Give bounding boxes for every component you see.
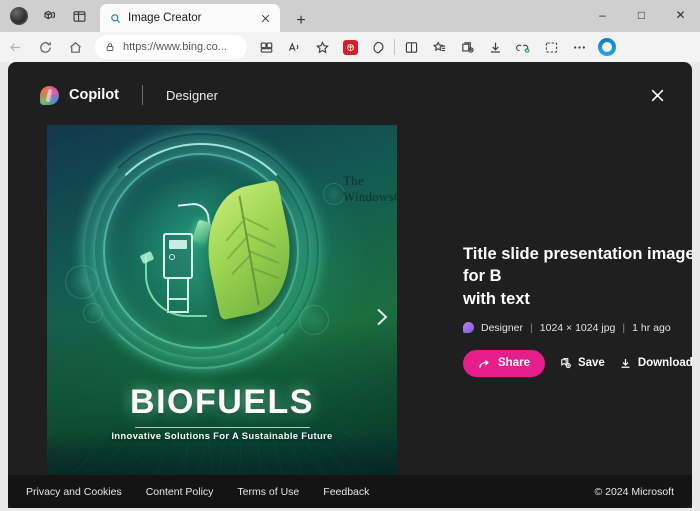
- brand-subtitle: Designer: [165, 87, 218, 103]
- tab-title: Image Creator: [128, 12, 202, 24]
- lock-icon: [105, 42, 115, 52]
- address-bar[interactable]: https://www.bing.co...: [95, 35, 247, 59]
- split-screen-icon[interactable]: [64, 0, 94, 32]
- download-label: Download: [637, 357, 692, 370]
- image-detail-title: Title slide presentation image for B wit…: [463, 245, 692, 308]
- favorites-list-icon[interactable]: [425, 34, 453, 60]
- meta-separator: |: [622, 321, 626, 334]
- brand-divider: [141, 85, 143, 105]
- footer-link-terms[interactable]: Terms of Use: [237, 486, 299, 498]
- download-button[interactable]: Download: [619, 357, 692, 370]
- downloads-icon[interactable]: [481, 34, 509, 60]
- copilot-icon[interactable]: [593, 34, 621, 60]
- meta-separator: |: [530, 321, 533, 334]
- collections-icon[interactable]: [453, 34, 481, 60]
- footer-link-privacy[interactable]: Privacy and Cookies: [26, 486, 122, 498]
- minimize-button[interactable]: –: [583, 0, 622, 30]
- image-detail-panel: Title slide presentation image for B wit…: [463, 125, 692, 377]
- watermark-text: The WindowsClub: [343, 173, 397, 205]
- download-icon: [619, 357, 632, 370]
- bokeh-decoration: [83, 303, 103, 323]
- generated-image-stage[interactable]: The WindowsClub BIOFUELS Innovative Solu…: [47, 125, 397, 508]
- tab-strip: Image Creator + – □ ✕: [0, 0, 700, 32]
- overlay-close-button[interactable]: [642, 80, 672, 110]
- footer-copyright: © 2024 Microsoft: [594, 485, 674, 498]
- maximize-button[interactable]: □: [622, 0, 661, 30]
- brand: Copilot Designer: [40, 85, 218, 105]
- share-icon: [478, 357, 491, 370]
- footer-link-feedback[interactable]: Feedback: [323, 486, 369, 498]
- share-label: Share: [498, 357, 530, 370]
- meta-source: Designer: [481, 321, 524, 334]
- next-image-button[interactable]: [365, 289, 397, 345]
- designer-overlay: Copilot Designer The Windows BIOFUELS In…: [8, 62, 692, 508]
- image-actions: Share Save Download: [463, 349, 692, 377]
- page-viewport: Copilot Designer The Windows BIOFUELS In…: [0, 62, 700, 511]
- image-tagline: Innovative Solutions For A Sustainable F…: [111, 431, 333, 442]
- favorites-star-icon[interactable]: [308, 34, 336, 60]
- window-controls: – □ ✕: [583, 0, 700, 30]
- refresh-icon[interactable]: [30, 34, 60, 60]
- bokeh-decoration: [323, 183, 345, 205]
- meta-dimensions: 1024 × 1024 jpg: [539, 321, 616, 334]
- save-label: Save: [577, 357, 605, 370]
- footer-links: Privacy and Cookies Content Policy Terms…: [26, 486, 369, 498]
- browser-window: Image Creator + – □ ✕ https://www.bing.c…: [0, 0, 700, 511]
- extension-pinterest-icon[interactable]: [336, 34, 364, 60]
- generated-image: The WindowsClub BIOFUELS Innovative Solu…: [47, 125, 397, 508]
- read-aloud-icon[interactable]: [280, 34, 308, 60]
- footer-link-content-policy[interactable]: Content Policy: [146, 486, 214, 498]
- back-arrow-icon[interactable]: [0, 34, 30, 60]
- toolbar-divider: [394, 39, 395, 55]
- designer-badge-icon: [463, 322, 474, 334]
- split-screen-tool-icon[interactable]: [397, 34, 425, 60]
- new-tab-button[interactable]: +: [290, 10, 312, 32]
- share-button[interactable]: Share: [463, 349, 545, 377]
- save-button[interactable]: Save: [559, 357, 605, 370]
- tab-close-icon[interactable]: [256, 9, 274, 27]
- brand-name: Copilot: [69, 87, 119, 103]
- fuel-pump-illustration: [139, 197, 213, 317]
- page-footer: Privacy and Cookies Content Policy Terms…: [8, 475, 692, 508]
- home-icon[interactable]: [60, 34, 90, 60]
- image-rule-decoration: [135, 427, 310, 428]
- screenshot-icon[interactable]: [537, 34, 565, 60]
- profile-globe-icon[interactable]: [4, 0, 34, 32]
- split-view-icon[interactable]: [252, 34, 280, 60]
- overlay-header: Copilot Designer: [8, 62, 692, 128]
- window-close-button[interactable]: ✕: [661, 0, 700, 30]
- tab-groups-icon[interactable]: [34, 0, 64, 32]
- save-icon: [559, 357, 572, 370]
- browser-tab[interactable]: Image Creator: [100, 4, 280, 32]
- navigation-toolbar: https://www.bing.co...: [0, 32, 700, 62]
- browser-essentials-icon[interactable]: [364, 34, 392, 60]
- image-headline: BIOFUELS: [130, 383, 314, 421]
- image-metadata: Designer | 1024 × 1024 jpg | 1 hr ago: [463, 322, 692, 334]
- meta-time: 1 hr ago: [632, 321, 671, 334]
- copilot-logo-icon: [40, 85, 59, 105]
- bokeh-decoration: [299, 305, 329, 335]
- shopping-icon[interactable]: [509, 34, 537, 60]
- settings-more-icon[interactable]: [565, 34, 593, 60]
- address-bar-url: https://www.bing.co...: [123, 41, 227, 53]
- search-icon: [110, 13, 121, 24]
- bokeh-decoration: [65, 265, 99, 299]
